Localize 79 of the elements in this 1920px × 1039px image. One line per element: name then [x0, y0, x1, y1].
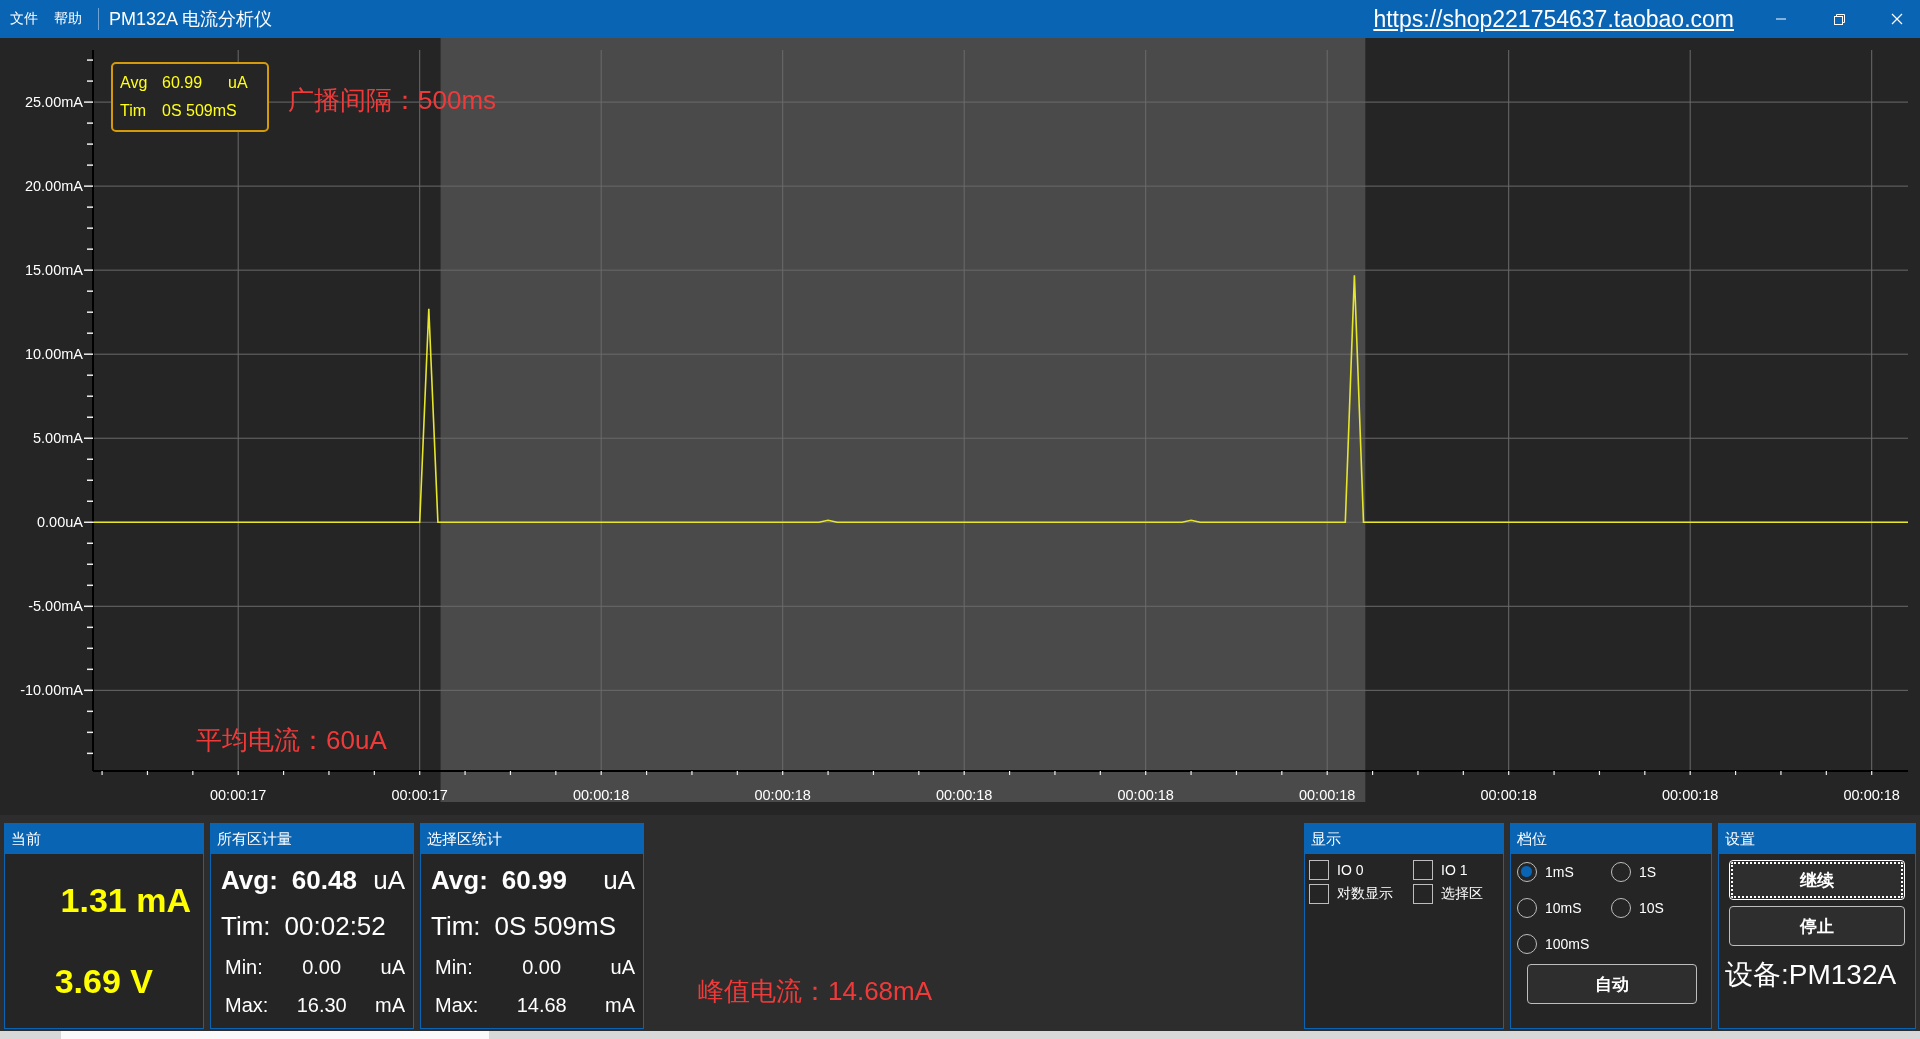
checkbox-label[interactable]: IO 1 — [1441, 862, 1468, 878]
stat-value: 14.68 — [516, 993, 567, 1017]
scrollbar-thumb[interactable] — [61, 1031, 489, 1039]
action-button[interactable]: 停止 — [1729, 906, 1905, 946]
readout-label: Tim — [120, 102, 148, 120]
menu-item[interactable]: 帮助 — [54, 10, 82, 28]
action-button[interactable]: 继续 — [1729, 860, 1905, 900]
axis-tick-label: 00:00:18 — [1480, 787, 1537, 803]
window-title: PM132A 电流分析仪 — [109, 8, 273, 31]
axis-tick-label: 0.00uA — [37, 514, 83, 531]
panel-header: 所有区计量 — [211, 824, 413, 854]
stat-value: 60.48 — [291, 865, 357, 897]
axis-tick-label: 00:00:17 — [209, 787, 267, 803]
axis-tick-label: 15.00mA — [24, 262, 83, 279]
annotation-text: 峰值电流：14.68mA — [698, 975, 933, 1008]
stat-unit: mA — [605, 993, 635, 1017]
panel-header: 设置 — [1719, 824, 1915, 854]
auto-button[interactable]: 自动 — [1527, 964, 1697, 1004]
readout-unit: uA — [228, 74, 248, 92]
axis-tick-label: 00:00:18 — [1843, 787, 1900, 803]
axis-tick-label: 00:00:18 — [1298, 787, 1356, 803]
axis-tick-label: 00:00:18 — [572, 787, 630, 803]
panel-header: 档位 — [1511, 824, 1711, 854]
checkbox[interactable] — [1309, 860, 1329, 880]
device-label: 设备:PM132A — [1725, 958, 1898, 992]
stat-unit: uA — [610, 956, 635, 980]
axis-tick-label: 25.00mA — [24, 94, 83, 111]
checkbox[interactable] — [1309, 884, 1329, 904]
axis-tick-label: 00:00:18 — [1661, 787, 1719, 803]
menu-item[interactable]: 文件 — [10, 10, 38, 28]
stat-label: Min: — [435, 956, 473, 980]
radio-label[interactable]: 10S — [1639, 900, 1664, 916]
checkbox[interactable] — [1413, 860, 1433, 880]
stat-label: Tim: — [221, 910, 271, 942]
stat-label: Max: — [225, 993, 269, 1017]
stat-label: Avg: — [431, 865, 488, 897]
checkbox-label[interactable]: IO 0 — [1337, 862, 1364, 878]
stat-value: 0.00 — [302, 956, 342, 980]
radio-label[interactable]: 1S — [1639, 864, 1657, 880]
reading-value: 1.31 mA — [60, 881, 191, 920]
stat-label: Tim: — [431, 910, 481, 942]
stat-unit: uA — [603, 865, 635, 897]
stat-label: Min: — [225, 956, 263, 980]
stat-label: Max: — [435, 993, 479, 1017]
axis-tick-label: 00:00:18 — [1117, 787, 1174, 803]
panel-header: 当前 — [5, 824, 203, 854]
panel-header: 选择区统计 — [421, 824, 643, 854]
checkbox-label[interactable]: 选择区 — [1441, 885, 1483, 903]
stat-unit: uA — [380, 956, 405, 980]
stat-value: 00:02:52 — [284, 910, 386, 942]
stat-value: 60.99 — [501, 865, 567, 897]
axis-tick-label: -5.00mA — [28, 598, 83, 615]
stat-unit: mA — [375, 993, 405, 1017]
axis-tick-label: 00:00:17 — [391, 787, 448, 803]
panel-header: 显示 — [1305, 824, 1503, 854]
readout-label: Avg — [120, 74, 149, 92]
axis-tick-label: 10.00mA — [24, 346, 83, 363]
axis-tick-label: 20.00mA — [24, 178, 83, 195]
stat-value: 0S 509mS — [494, 910, 616, 942]
shop-link[interactable]: https://shop221754637.taobao.com — [1373, 5, 1734, 33]
reading-value: 3.69 V — [54, 962, 153, 1001]
horizontal-scrollbar[interactable] — [0, 1031, 1920, 1039]
readout-value: 60.99 — [162, 74, 204, 92]
annotation-text: 平均电流：60uA — [196, 726, 387, 756]
checkbox[interactable] — [1413, 884, 1433, 904]
radio-label[interactable]: 1mS — [1545, 864, 1574, 880]
checkbox-label[interactable]: 对数显示 — [1337, 885, 1393, 903]
axis-tick-label: -10.00mA — [20, 682, 83, 699]
stat-label: Avg: — [221, 865, 278, 897]
radio-label[interactable]: 100mS — [1545, 936, 1590, 952]
annotation-text: 广播间隔：500ms — [288, 86, 497, 116]
stat-unit: uA — [373, 865, 405, 897]
axis-tick-label: 5.00mA — [33, 430, 83, 447]
readout-value: 0S 509mS — [162, 102, 237, 120]
axis-tick-label: 00:00:18 — [754, 787, 811, 803]
axis-tick-label: 00:00:18 — [935, 787, 993, 803]
stat-value: 0.00 — [522, 956, 562, 980]
radio-label[interactable]: 10mS — [1545, 900, 1582, 916]
stat-value: 16.30 — [296, 993, 347, 1017]
